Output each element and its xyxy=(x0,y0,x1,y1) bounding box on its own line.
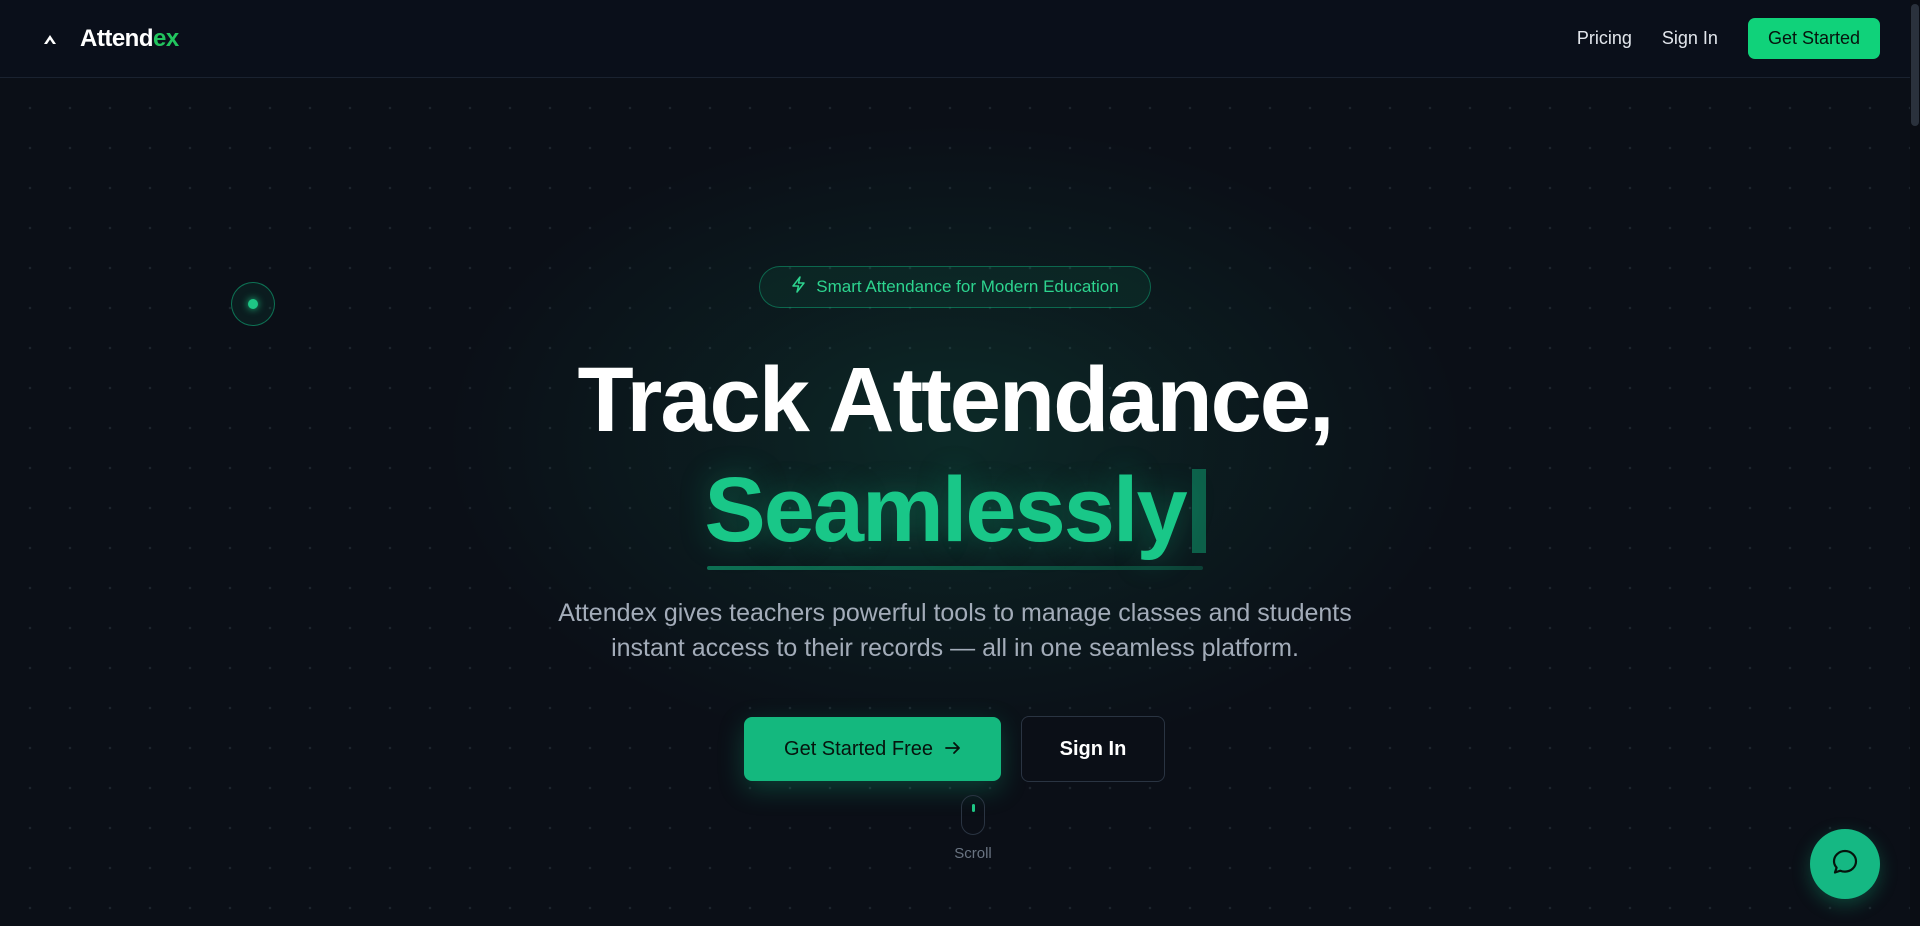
hero-accent-word: Seamlessly xyxy=(704,459,1187,561)
headline-underline xyxy=(707,566,1203,570)
get-started-free-button[interactable]: Get Started Free xyxy=(744,717,1001,781)
get-started-free-label: Get Started Free xyxy=(784,737,933,760)
arrow-right-icon xyxy=(945,738,961,761)
hero-headline-accent: Seamlessly xyxy=(0,460,1910,560)
chat-button[interactable] xyxy=(1810,829,1880,899)
hero-headline: Track Attendance, xyxy=(577,349,1334,451)
lightning-icon xyxy=(791,276,806,298)
chat-bubble-icon xyxy=(1830,847,1860,882)
hero-badge-text: Smart Attendance for Modern Education xyxy=(816,277,1119,296)
mouse-icon xyxy=(961,795,985,835)
scrollbar-thumb[interactable] xyxy=(1911,4,1919,126)
hero-subtitle: Attendex gives teachers powerful tools t… xyxy=(540,596,1370,666)
page-scrollbar[interactable] xyxy=(1910,0,1920,926)
typing-caret xyxy=(1191,468,1206,553)
hero-sign-in-button[interactable]: Sign In xyxy=(1021,716,1165,782)
subtitle-line-1: Attendex gives teachers powerful tools t… xyxy=(558,599,1352,627)
scroll-indicator[interactable]: Scroll xyxy=(954,795,992,862)
hero-section: Smart Attendance for Modern Education Tr… xyxy=(0,0,1910,926)
subtitle-line-2: instant access to their records — all in… xyxy=(611,634,1299,662)
scroll-label: Scroll xyxy=(954,845,992,862)
mouse-wheel xyxy=(972,804,975,812)
hero-badge: Smart Attendance for Modern Education xyxy=(759,266,1151,308)
